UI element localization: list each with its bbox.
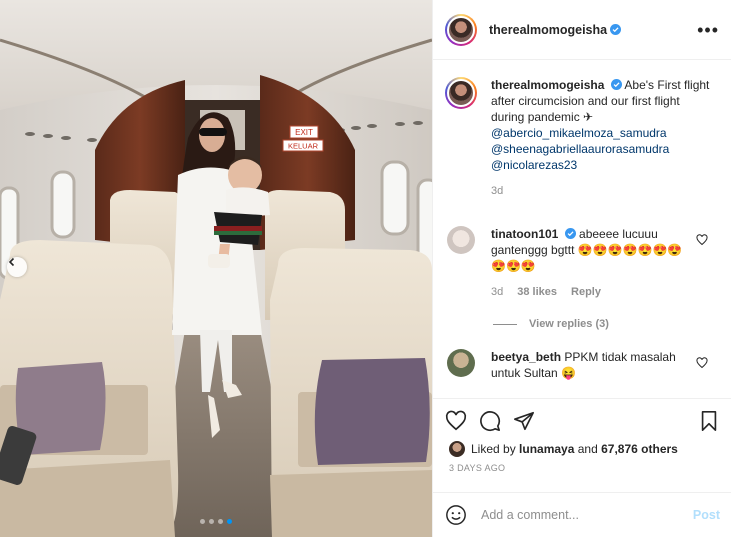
comment-username[interactable]: tinatoon101 xyxy=(491,227,558,241)
carousel-dot xyxy=(218,519,223,524)
post-timestamp[interactable]: 3 DAYS AGO xyxy=(433,457,731,473)
carousel-dot-active xyxy=(227,519,232,524)
verified-badge-icon xyxy=(564,228,576,239)
chevron-left-icon xyxy=(8,257,15,267)
post-header: therealmomogeisha ••• xyxy=(433,0,731,60)
comment-age[interactable]: 3d xyxy=(491,284,503,300)
mention-link[interactable]: @nicolarezas23 xyxy=(491,158,577,172)
liked-by-and: and xyxy=(577,442,598,456)
keluar-sign-text: KELUAR xyxy=(288,142,319,151)
comment-bubble-icon[interactable] xyxy=(479,410,501,432)
post-side-panel: therealmomogeisha ••• therealmomogeisha … xyxy=(432,0,731,537)
liked-by-others[interactable]: 67,876 others xyxy=(601,442,678,456)
more-options-button[interactable]: ••• xyxy=(697,21,719,39)
share-send-icon[interactable] xyxy=(513,410,535,432)
caption-avatar[interactable] xyxy=(445,77,477,109)
verified-badge-icon xyxy=(610,24,622,35)
liked-by-prefix: Liked by xyxy=(471,442,516,456)
view-replies-button[interactable]: View replies (3) xyxy=(493,318,609,330)
commenter-avatar[interactable] xyxy=(447,226,475,254)
add-comment-bar: Add a comment... Post xyxy=(433,492,731,537)
caption-username[interactable]: therealmomogeisha xyxy=(491,78,604,92)
carousel-indicators xyxy=(200,519,232,524)
author-username[interactable]: therealmomogeisha xyxy=(489,23,607,37)
add-comment-input[interactable]: Add a comment... xyxy=(481,508,693,522)
liker-avatar[interactable] xyxy=(449,441,465,457)
like-comment-heart-icon[interactable] xyxy=(696,357,708,369)
post-photo[interactable]: EXIT KELUAR xyxy=(0,0,432,537)
post-comment-button[interactable]: Post xyxy=(693,508,720,522)
verified-badge-icon xyxy=(610,79,622,90)
commenter-avatar[interactable] xyxy=(447,349,475,377)
bookmark-save-icon[interactable] xyxy=(698,410,720,432)
carousel-prev-button[interactable] xyxy=(7,257,27,277)
emoji-smiley-icon[interactable] xyxy=(445,504,467,526)
instagram-post: EXIT KELUAR therealmomogeisha ••• therea… xyxy=(0,0,731,537)
comment-username[interactable]: beetya_beth xyxy=(491,350,561,364)
carousel-dot xyxy=(209,519,214,524)
like-comment-heart-icon[interactable] xyxy=(696,234,708,246)
post-actions: Liked by lunamaya and 67,876 others 3 DA… xyxy=(433,398,731,473)
mention-link[interactable]: @sheenagabriellaaurorasamudra xyxy=(491,142,669,156)
exit-sign-text: EXIT xyxy=(295,128,313,137)
comment-item: beetya_beth PPKM tidak masalah untuk Sul… xyxy=(445,349,720,381)
reply-button[interactable]: Reply xyxy=(571,284,601,300)
comment-item: tinatoon101 abeeee lucuuu gantenggg bgtt… xyxy=(445,226,720,300)
author-avatar[interactable] xyxy=(445,13,477,46)
liked-by-summary: Liked by lunamaya and 67,876 others xyxy=(433,433,731,457)
caption: therealmomogeisha Abe's First flight aft… xyxy=(445,77,720,199)
caption-age[interactable]: 3d xyxy=(491,183,503,199)
comments-list: therealmomogeisha Abe's First flight aft… xyxy=(433,61,731,398)
carousel-dot xyxy=(200,519,205,524)
mention-link[interactable]: @abercio_mikaelmoza_samudra xyxy=(491,126,667,140)
liked-by-user[interactable]: lunamaya xyxy=(519,442,574,456)
comment-likes-count[interactable]: 38 likes xyxy=(517,284,557,300)
jet-cabin-image: EXIT KELUAR xyxy=(0,0,432,537)
like-heart-icon[interactable] xyxy=(445,410,467,432)
